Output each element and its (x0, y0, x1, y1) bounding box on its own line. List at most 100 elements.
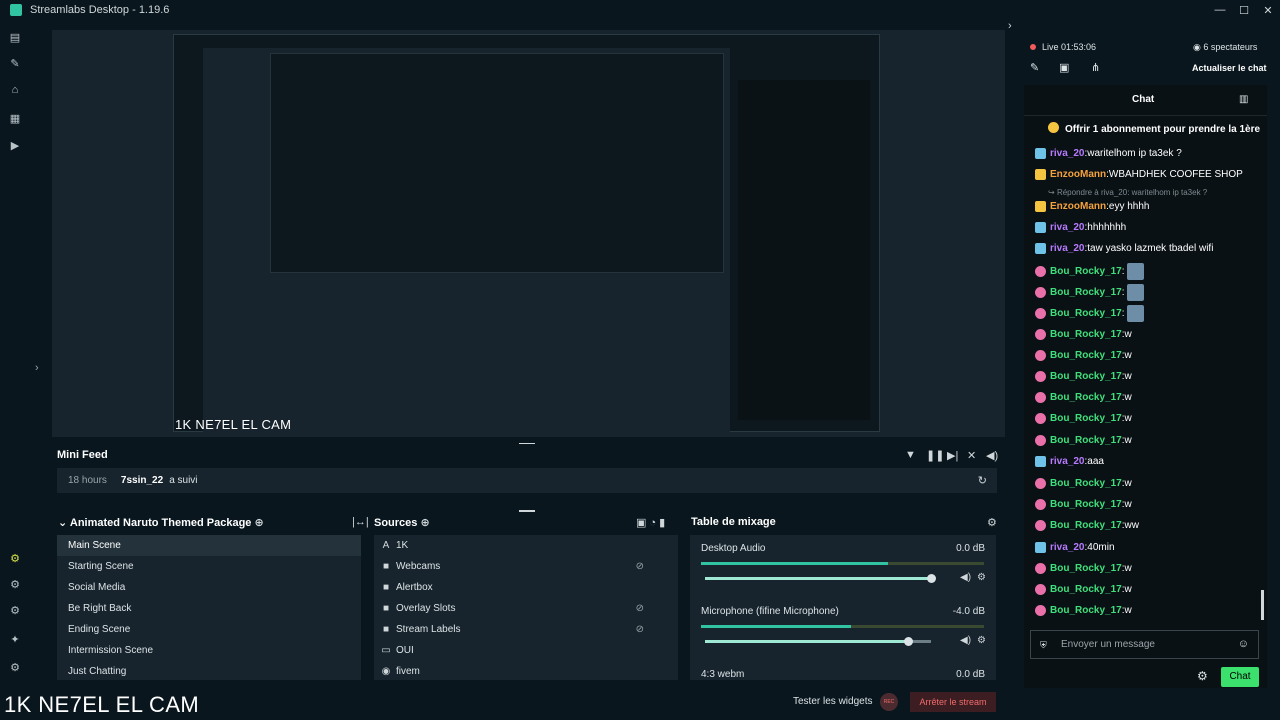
themes-icon[interactable]: ✎ (9, 58, 21, 70)
volume-knob[interactable] (927, 574, 936, 583)
skip-icon[interactable]: ▶| (947, 449, 958, 462)
source-item[interactable]: ◉ fivem (374, 661, 678, 680)
chat-input-placeholder: Envoyer un message (1061, 639, 1155, 650)
stop-stream-button[interactable]: Arrêter le stream (910, 692, 996, 712)
emote-icon (1127, 284, 1145, 301)
edit-stream-icon[interactable]: ✎ (1030, 61, 1039, 74)
pause-icon[interactable]: ❚❚ (926, 449, 944, 462)
scene-item[interactable]: Starting Scene (57, 556, 361, 577)
editor-icon[interactable]: ▤ (9, 32, 21, 44)
folder-icon: ■ (382, 603, 390, 614)
feed-action: a suivi (169, 475, 198, 486)
mixer-settings-icon[interactable]: ⚙ (987, 516, 997, 529)
scene-item[interactable]: Main Scene (57, 535, 361, 556)
chat-send-button[interactable]: Chat (1221, 667, 1259, 687)
channel-settings-icon[interactable]: ⚙ (977, 572, 986, 583)
mixer-channel-name: Desktop Audio (701, 543, 766, 554)
sparkle-icon[interactable]: ✦ (9, 634, 21, 646)
source-label: Alertbox (396, 582, 433, 593)
chat-input[interactable]: ⛨ Envoyer un message ☺ (1030, 630, 1259, 659)
chat-username[interactable]: EnzooMann (1050, 201, 1106, 212)
chat-username[interactable]: riva_20 (1050, 222, 1084, 233)
volume-icon[interactable]: ◀) (986, 449, 998, 462)
chat-username[interactable]: EnzooMann (1050, 169, 1106, 180)
chat-settings-icon[interactable]: ⚙ (1197, 669, 1208, 683)
chat-username[interactable]: Bou_Rocky_17 (1050, 605, 1122, 616)
folder-icon: ■ (382, 582, 390, 593)
rocket-badge-icon (1035, 456, 1046, 467)
chat-separator: : (1121, 308, 1125, 319)
chat-username[interactable]: riva_20 (1050, 243, 1084, 254)
source-tools-icon[interactable]: ▣ ◔ ▮ (636, 516, 665, 529)
chat-username[interactable]: Bou_Rocky_17 (1050, 308, 1122, 319)
chat-username[interactable]: Bou_Rocky_17 (1050, 329, 1122, 340)
store-icon[interactable]: ⌂ (9, 84, 21, 96)
mute-notifications-icon[interactable]: ✕ (967, 449, 976, 462)
channel-settings-icon[interactable]: ⚙ (977, 635, 986, 646)
scene-item[interactable]: Just Chatting (57, 661, 361, 680)
scene-transitions-icon[interactable]: |↔| (352, 516, 369, 528)
chat-username[interactable]: riva_20 (1050, 542, 1084, 553)
window-controls: — ☐ ✕ (1208, 0, 1280, 20)
settings-icon[interactable]: ⚙ (9, 662, 21, 674)
settings-alt-icon[interactable]: ⚙ (9, 579, 21, 591)
add-scene-icon[interactable]: ⊕ (255, 517, 264, 529)
layout-icon[interactable]: ▦ (9, 113, 21, 125)
source-item[interactable]: ■ Alertbox (374, 577, 678, 598)
chat-scrollbar[interactable] (1261, 590, 1264, 620)
collapse-right-chevron-icon[interactable]: › (1008, 20, 1012, 32)
chat-username[interactable]: Bou_Rocky_17 (1050, 435, 1122, 446)
chat-username[interactable]: Bou_Rocky_17 (1050, 392, 1122, 403)
source-item[interactable]: ■ Webcams ⊘ (374, 556, 678, 577)
close-icon[interactable]: ✕ (1256, 0, 1280, 20)
chat-username[interactable]: Bou_Rocky_17 (1050, 371, 1122, 382)
scene-item[interactable]: Ending Scene (57, 619, 361, 640)
scene-item[interactable]: Intermission Scene (57, 640, 361, 661)
source-item[interactable]: A 1K (374, 535, 678, 556)
chat-username[interactable]: Bou_Rocky_17 (1050, 499, 1122, 510)
chat-username[interactable]: Bou_Rocky_17 (1050, 350, 1122, 361)
mixer-list: Desktop Audio 0.0 dB ◀) ⚙ Microphone (fi… (690, 535, 996, 680)
chat-username[interactable]: Bou_Rocky_17 (1050, 413, 1122, 424)
dashboard-icon[interactable]: ▣ (1059, 61, 1069, 74)
chat-username[interactable]: riva_20 (1050, 148, 1084, 159)
test-widgets-button[interactable]: Tester les widgets (793, 696, 872, 707)
eye-icon: ◉ (1193, 42, 1204, 52)
source-item[interactable]: ■ Overlay Slots ⊘ (374, 598, 678, 619)
refresh-chat-button[interactable]: Actualiser le chat (1192, 63, 1267, 73)
visibility-off-icon[interactable]: ⊘ (636, 561, 644, 572)
chat-username[interactable]: Bou_Rocky_17 (1050, 584, 1122, 595)
chat-username[interactable]: Bou_Rocky_17 (1050, 266, 1122, 277)
emoji-icon[interactable]: ☺ (1238, 638, 1249, 650)
chat-users-icon[interactable]: ▥ (1239, 94, 1248, 105)
source-item[interactable]: ■ Stream Labels ⊘ (374, 619, 678, 640)
play-icon[interactable]: ▶ (9, 140, 21, 152)
chat-username[interactable]: Bou_Rocky_17 (1050, 287, 1122, 298)
maximize-icon[interactable]: ☐ (1232, 0, 1256, 20)
volume-slider[interactable] (705, 574, 936, 583)
volume-slider[interactable] (705, 637, 931, 646)
tools-icon[interactable]: ⚙ (9, 553, 21, 565)
source-item[interactable]: ▭ OUI (374, 640, 678, 661)
refresh-icon[interactable]: ↻ (978, 474, 987, 487)
chat-username[interactable]: Bou_Rocky_17 (1050, 563, 1122, 574)
speaker-icon[interactable]: ◀) (960, 572, 971, 583)
gear-alt-icon[interactable]: ⚙ (9, 605, 21, 617)
volume-knob[interactable] (904, 637, 914, 646)
chat-username[interactable]: Bou_Rocky_17 (1050, 520, 1122, 531)
filter-icon[interactable]: ▼ (905, 449, 916, 461)
minimize-icon[interactable]: — (1208, 0, 1232, 20)
visibility-off-icon[interactable]: ⊘ (636, 624, 644, 635)
chat-username[interactable]: riva_20 (1050, 456, 1084, 467)
resize-handle[interactable] (519, 510, 535, 512)
scene-item[interactable]: Be Right Back (57, 598, 361, 619)
collapse-left-chevron-icon[interactable]: › (35, 362, 39, 374)
visibility-off-icon[interactable]: ⊘ (636, 603, 644, 614)
scene-item[interactable]: Social Media (57, 577, 361, 598)
rec-button[interactable]: REC (880, 693, 898, 711)
speaker-icon[interactable]: ◀) (960, 635, 971, 646)
share-icon[interactable]: ⋔ (1091, 61, 1100, 74)
chat-message: Bou_Rocky_17: w (1035, 366, 1132, 387)
add-source-icon[interactable]: ⊕ (420, 517, 429, 529)
chat-username[interactable]: Bou_Rocky_17 (1050, 478, 1122, 489)
